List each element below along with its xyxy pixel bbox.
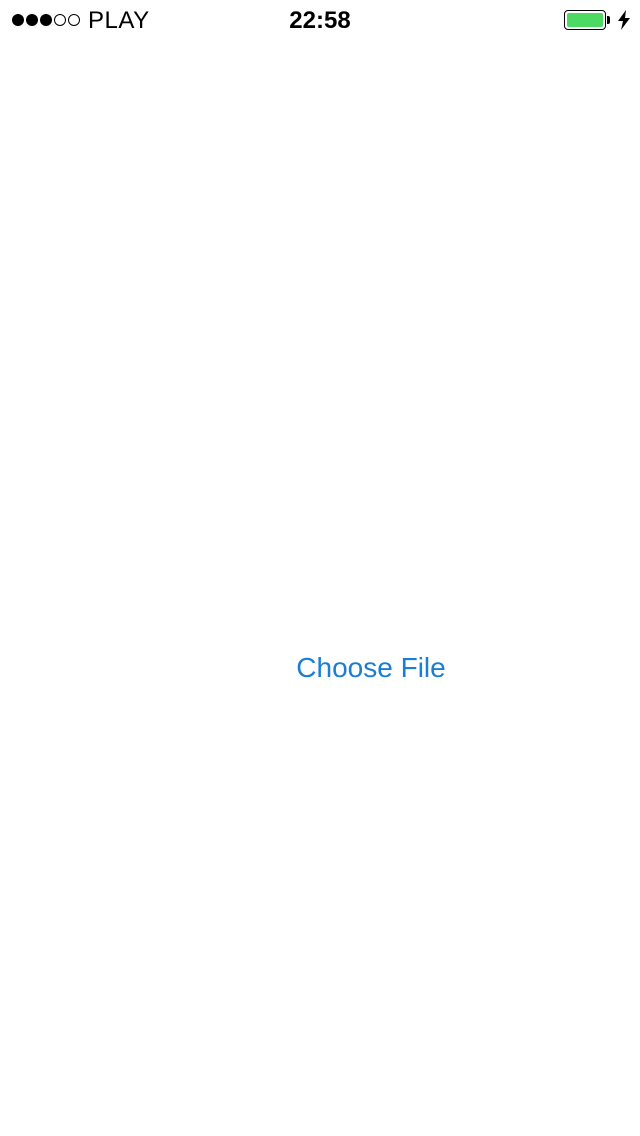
choose-file-button[interactable]: Choose File xyxy=(240,648,502,688)
status-time: 22:58 xyxy=(289,7,351,34)
battery-icon xyxy=(564,10,606,30)
battery-cap xyxy=(607,16,610,24)
battery-level xyxy=(567,13,603,27)
charging-bolt-icon xyxy=(618,10,630,30)
status-bar: PLAY 22:58 xyxy=(0,0,640,40)
